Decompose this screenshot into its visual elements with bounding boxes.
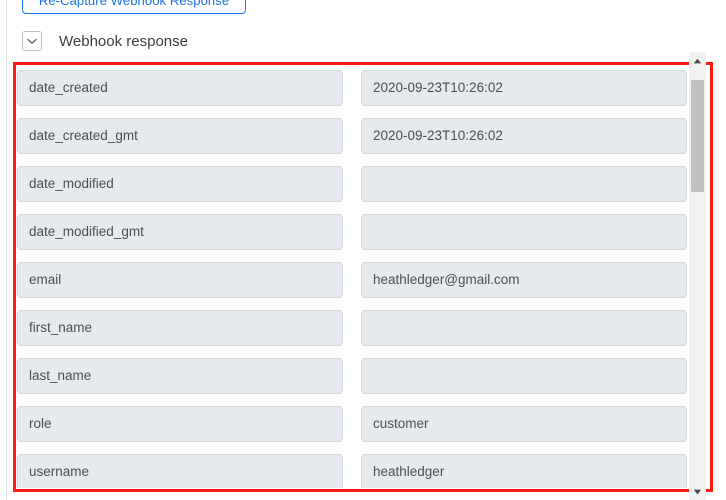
field-key-input[interactable]: date_created_gmt <box>17 118 343 154</box>
textarea-resize-grip-icon[interactable] <box>673 92 685 105</box>
section-title: Webhook response <box>59 32 188 50</box>
textarea-resize-grip-icon[interactable] <box>673 140 685 153</box>
field-row: role customer <box>17 406 709 442</box>
field-key-input[interactable]: username <box>17 454 343 488</box>
page-gutter-line <box>6 0 7 500</box>
field-key-input[interactable]: date_modified <box>17 166 343 202</box>
textarea-resize-grip-icon[interactable] <box>673 380 685 393</box>
field-key-input[interactable]: first_name <box>17 310 343 346</box>
field-key-input[interactable]: email <box>17 262 343 298</box>
scrollbar-thumb[interactable] <box>691 80 704 192</box>
textarea-resize-grip-icon[interactable] <box>673 236 685 249</box>
field-value-textarea[interactable] <box>361 166 687 202</box>
chevron-down-icon[interactable] <box>22 31 42 51</box>
field-key-input[interactable]: date_modified_gmt <box>17 214 343 250</box>
field-value-textarea[interactable] <box>361 214 687 250</box>
field-value-textarea[interactable]: customer <box>361 406 687 442</box>
vertical-scrollbar[interactable] <box>689 52 706 500</box>
field-row: last_name <box>17 358 709 394</box>
field-row: email heathledger@gmail.com <box>17 262 709 298</box>
field-row: date_created_gmt 2020-09-23T10:26:02 <box>17 118 709 154</box>
webhook-response-section-header: Webhook response <box>22 30 188 52</box>
field-value-textarea[interactable] <box>361 310 687 346</box>
field-row: date_modified_gmt <box>17 214 709 250</box>
triangle-up-icon[interactable] <box>689 52 706 69</box>
field-key-input[interactable]: last_name <box>17 358 343 394</box>
field-row: username heathledger <box>17 454 709 488</box>
triangle-down-icon[interactable] <box>689 483 706 500</box>
webhook-response-fields-list: date_created 2020-09-23T10:26:02 date_crea… <box>17 66 709 488</box>
field-value-textarea[interactable] <box>361 358 687 394</box>
field-row: date_modified <box>17 166 709 202</box>
field-value-textarea[interactable]: heathledger@gmail.com <box>361 262 687 298</box>
field-key-input[interactable]: date_created <box>17 70 343 106</box>
field-value-textarea[interactable]: 2020-09-23T10:26:02 <box>361 118 687 154</box>
field-value-textarea[interactable]: heathledger <box>361 454 687 488</box>
field-key-input[interactable]: role <box>17 406 343 442</box>
textarea-resize-grip-icon[interactable] <box>673 188 685 201</box>
textarea-resize-grip-icon[interactable] <box>673 284 685 297</box>
field-value-textarea[interactable]: 2020-09-23T10:26:02 <box>361 70 687 106</box>
textarea-resize-grip-icon[interactable] <box>673 476 685 488</box>
textarea-resize-grip-icon[interactable] <box>673 428 685 441</box>
field-row: date_created 2020-09-23T10:26:02 <box>17 70 709 106</box>
textarea-resize-grip-icon[interactable] <box>673 332 685 345</box>
re-capture-webhook-response-button[interactable]: Re-Capture Webhook Response <box>22 0 246 14</box>
field-row: first_name <box>17 310 709 346</box>
